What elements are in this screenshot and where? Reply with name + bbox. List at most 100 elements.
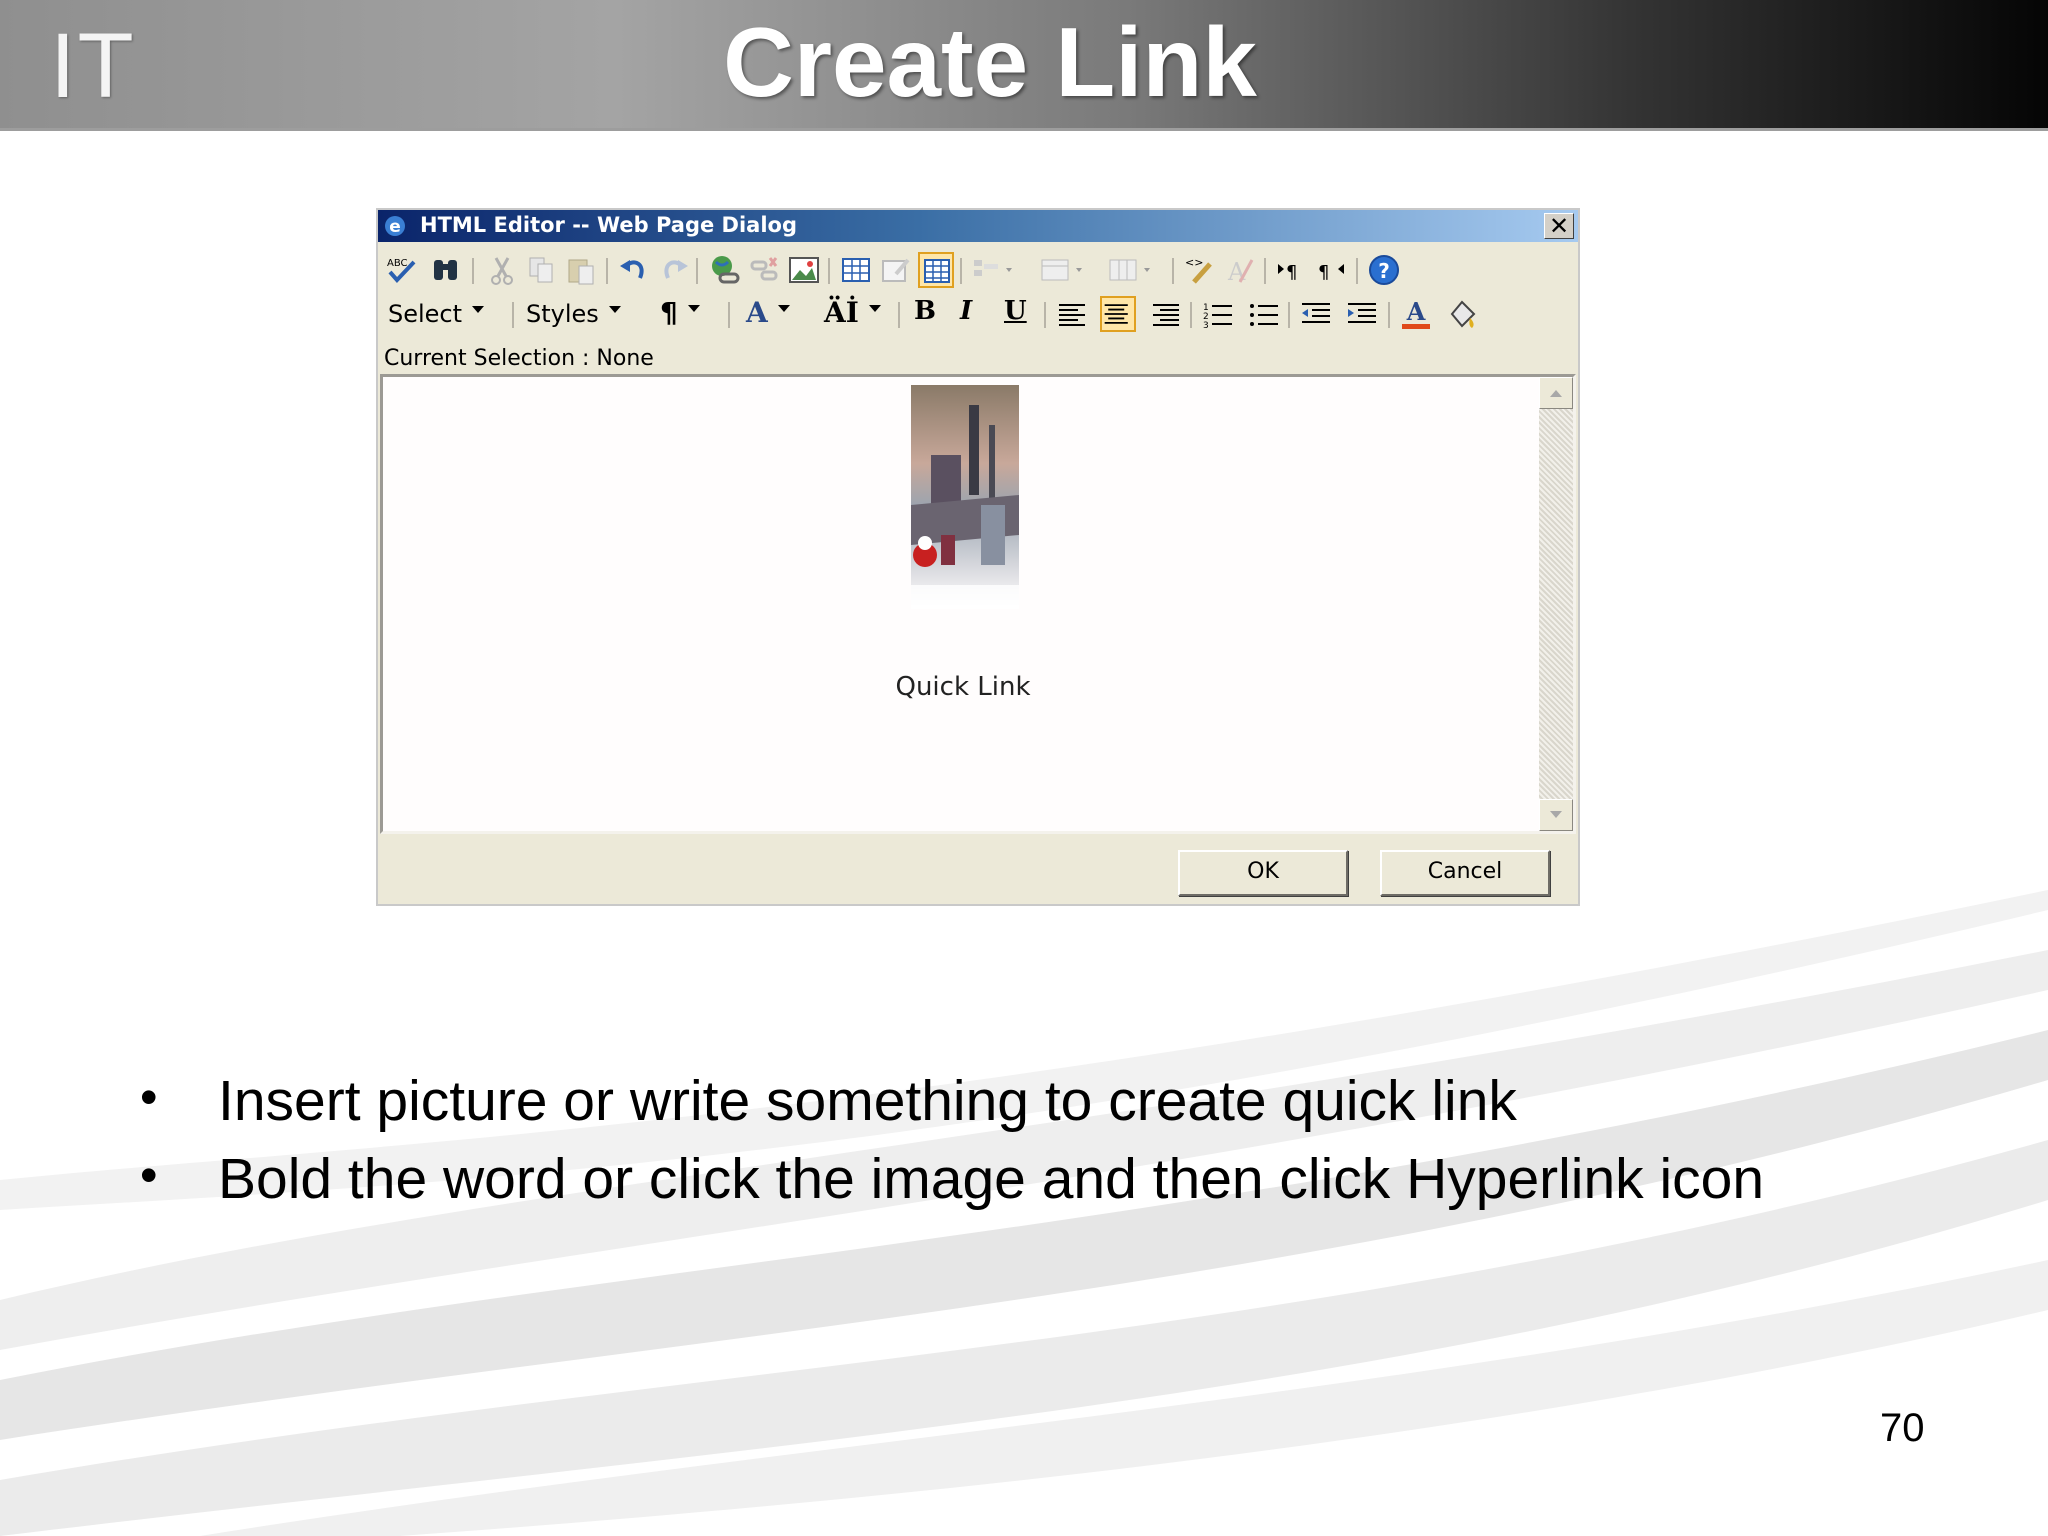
- rtl-icon[interactable]: ¶: [1314, 252, 1350, 288]
- svg-text:<>: <>: [1185, 256, 1203, 269]
- styles-label: Styles: [526, 300, 599, 328]
- ltr-icon[interactable]: ¶: [1274, 252, 1310, 288]
- paste-icon[interactable]: [564, 252, 600, 288]
- scroll-down-button[interactable]: [1539, 799, 1573, 831]
- table-cells-icon[interactable]: [1038, 252, 1094, 288]
- cancel-button[interactable]: Cancel: [1380, 850, 1550, 896]
- close-button[interactable]: ✕: [1544, 213, 1574, 239]
- font-icon: A: [746, 296, 768, 329]
- redo-icon[interactable]: [656, 252, 692, 288]
- unlink-icon[interactable]: [746, 252, 782, 288]
- current-selection-status: Current Selection : None: [384, 346, 654, 371]
- chevron-up-icon: [1550, 390, 1562, 397]
- inserted-image[interactable]: [911, 385, 1019, 609]
- font-dropdown[interactable]: A: [746, 296, 790, 329]
- toolbar-row-2: Select Styles ¶ A Äİ B I U 1 2 3 A: [384, 294, 1574, 338]
- select-label: Select: [388, 300, 463, 328]
- svg-text:¶: ¶: [1286, 262, 1297, 283]
- table-rows-icon[interactable]: [970, 252, 1026, 288]
- edit-source-icon[interactable]: <>: [1182, 252, 1218, 288]
- italic-button[interactable]: I: [960, 296, 972, 326]
- toolbar-separator: [828, 258, 830, 284]
- select-dropdown[interactable]: Select: [388, 300, 485, 328]
- svg-text:A: A: [1406, 297, 1426, 326]
- bullet-dot: •: [140, 1147, 158, 1203]
- help-icon[interactable]: ?: [1366, 252, 1402, 288]
- spellcheck-icon[interactable]: ABC: [384, 252, 420, 288]
- find-icon[interactable]: [428, 252, 464, 288]
- numbered-list-icon[interactable]: 123: [1200, 296, 1236, 332]
- italic-icon: I: [960, 296, 973, 326]
- slide-title: Create Link: [723, 7, 1257, 117]
- editor-content-area[interactable]: Quick Link: [380, 374, 1576, 834]
- table-gridlines-icon[interactable]: [918, 252, 954, 288]
- font-color-icon[interactable]: A: [1398, 296, 1434, 332]
- toolbar-separator: [1264, 258, 1266, 284]
- toolbar-separator: [512, 302, 514, 328]
- chevron-down-icon: [777, 305, 790, 312]
- dialog-titlebar[interactable]: e HTML Editor -- Web Page Dialog ✕: [378, 210, 1578, 242]
- svg-text:3: 3: [1203, 321, 1209, 331]
- toolbar-separator: [696, 258, 698, 284]
- toolbar-separator: [1044, 302, 1046, 328]
- ok-button[interactable]: OK: [1178, 850, 1348, 896]
- highlight-color-icon[interactable]: [1444, 296, 1480, 332]
- font-size-icon: Äİ: [824, 296, 859, 329]
- toolbar-separator: [1356, 258, 1358, 284]
- chevron-down-icon: [472, 305, 485, 313]
- insert-image-icon[interactable]: [786, 252, 822, 288]
- bold-icon: B: [914, 296, 936, 326]
- font-size-dropdown[interactable]: Äİ: [824, 296, 881, 329]
- paragraph-format-dropdown[interactable]: ¶: [660, 296, 700, 329]
- toolbar-separator: [1288, 302, 1290, 328]
- copy-icon[interactable]: [524, 252, 560, 288]
- bullet-dot: •: [140, 1069, 158, 1125]
- paragraph-icon: ¶: [660, 296, 678, 329]
- bullet-text: Insert picture or write something to cre…: [218, 1069, 1517, 1133]
- align-left-icon[interactable]: [1054, 296, 1090, 332]
- clean-format-icon[interactable]: A: [1222, 252, 1258, 288]
- bulleted-list-icon[interactable]: [1246, 296, 1282, 332]
- svg-text:?: ?: [1378, 259, 1390, 283]
- chevron-down-icon: [868, 305, 881, 312]
- html-editor-dialog: e HTML Editor -- Web Page Dialog ✕ ABC <…: [376, 208, 1580, 906]
- insert-table-icon[interactable]: [838, 252, 874, 288]
- table-columns-icon[interactable]: [1106, 252, 1162, 288]
- indent-icon[interactable]: [1344, 296, 1380, 332]
- chevron-down-icon: [1550, 811, 1562, 818]
- slide-header: IT Create Link: [0, 0, 2048, 131]
- toolbar-separator: [472, 258, 474, 284]
- undo-icon[interactable]: [616, 252, 652, 288]
- toolbar-separator: [1388, 302, 1390, 328]
- editor-scrollbar[interactable]: [1539, 377, 1573, 831]
- underline-icon: U: [1004, 296, 1027, 326]
- dialog-title: HTML Editor -- Web Page Dialog: [420, 213, 797, 237]
- svg-text:e: e: [389, 217, 401, 237]
- toolbar-separator: [728, 302, 730, 328]
- ie-icon: e: [385, 216, 405, 237]
- svg-text:¶: ¶: [1318, 262, 1329, 283]
- toolbar-separator: [960, 258, 962, 284]
- cut-icon[interactable]: [484, 252, 520, 288]
- scroll-up-button[interactable]: [1539, 377, 1573, 409]
- edit-table-icon[interactable]: [878, 252, 914, 288]
- toolbar-separator: [898, 302, 900, 328]
- toolbar-separator: [1172, 258, 1174, 284]
- bullet-text: Bold the word or click the image and the…: [218, 1147, 1765, 1211]
- quick-link-text[interactable]: Quick Link: [863, 672, 1063, 702]
- toolbar-separator: [606, 258, 608, 284]
- svg-text:ABC: ABC: [387, 258, 408, 269]
- bold-button[interactable]: B: [914, 296, 936, 326]
- underline-button[interactable]: U: [1004, 296, 1027, 326]
- svg-text:A: A: [1227, 258, 1246, 286]
- outdent-icon[interactable]: [1298, 296, 1334, 332]
- hyperlink-icon[interactable]: [706, 252, 742, 288]
- page-number: 70: [1880, 1406, 1925, 1450]
- align-center-icon[interactable]: [1100, 296, 1136, 332]
- chevron-down-icon: [608, 305, 621, 313]
- align-right-icon[interactable]: [1148, 296, 1184, 332]
- styles-dropdown[interactable]: Styles: [526, 300, 621, 328]
- chevron-down-icon: [687, 304, 700, 312]
- toolbar-separator: [1190, 302, 1192, 328]
- toolbar-row-1: ABC <> A ¶ ¶ ?: [384, 250, 1574, 290]
